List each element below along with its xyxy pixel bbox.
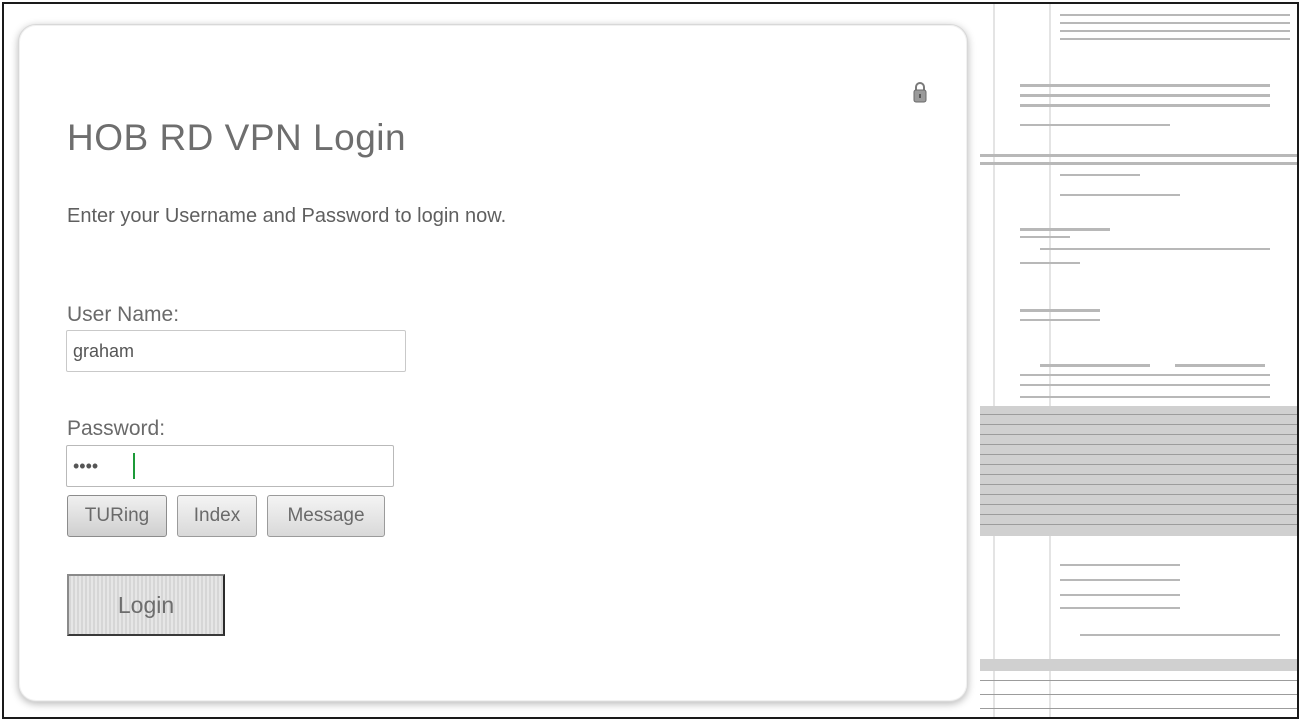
login-panel: HOB RD VPN Login Enter your Username and…	[18, 24, 968, 702]
turing-button[interactable]: TURing	[67, 495, 167, 537]
lock-icon	[913, 82, 927, 103]
password-label: Password:	[67, 417, 166, 440]
username-label: User Name:	[67, 303, 180, 326]
message-button[interactable]: Message	[267, 495, 385, 537]
window-frame: HOB RD VPN Login Enter your Username and…	[2, 2, 1299, 719]
page-title: HOB RD VPN Login	[67, 117, 407, 158]
index-button[interactable]: Index	[177, 495, 257, 537]
noise-content-graphic	[980, 4, 1297, 717]
username-field[interactable]	[66, 330, 406, 372]
login-instructions: Enter your Username and Password to logi…	[67, 205, 507, 227]
password-field[interactable]	[66, 445, 394, 487]
text-caret	[133, 453, 135, 479]
background-page-thumbnail	[980, 4, 1297, 717]
login-button[interactable]: Login	[67, 574, 225, 636]
